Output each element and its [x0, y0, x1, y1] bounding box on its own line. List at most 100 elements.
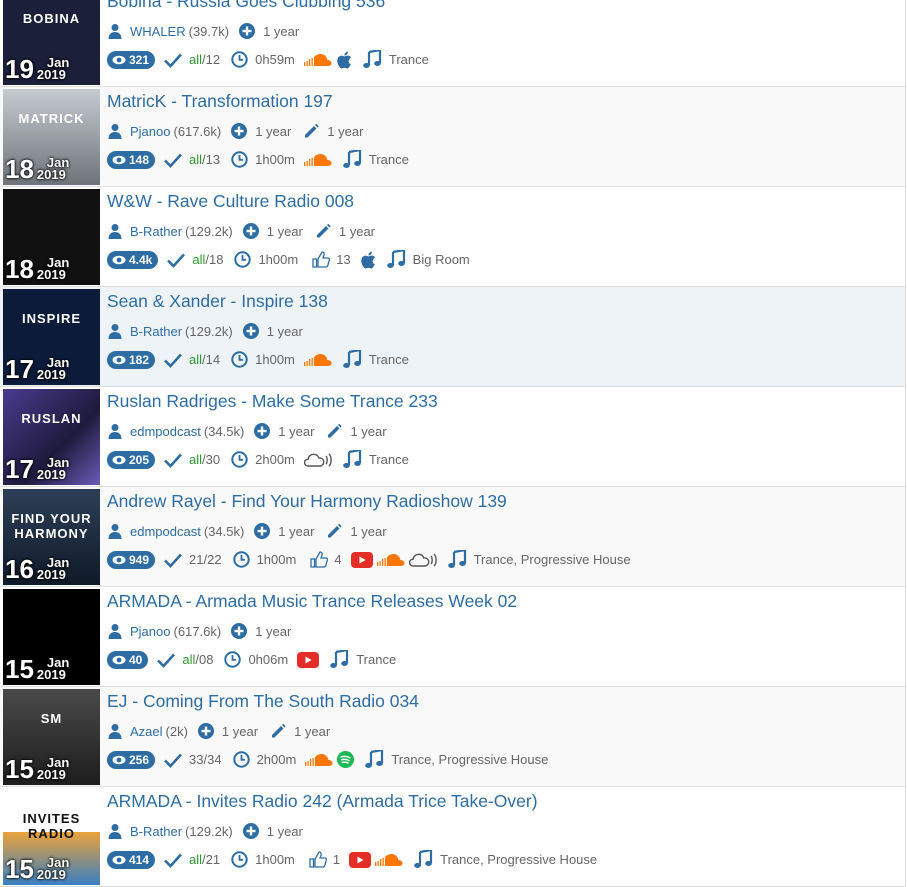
check-icon [164, 152, 182, 168]
genre[interactable]: Big Room [386, 250, 470, 269]
mix-thumbnail[interactable]: INSPIRE 17 Jan 2019 [3, 289, 100, 385]
mix-title-link[interactable]: Andrew Rayel - Find Your Harmony Radiosh… [107, 491, 507, 512]
mix-title-link[interactable]: MatricK - Transformation 197 [107, 91, 333, 112]
genre[interactable]: Trance, Progressive House [413, 850, 597, 869]
uploader-link[interactable]: Pjanoo [130, 124, 170, 139]
mix-row[interactable]: INVITES RADIO 15 Jan 2019 ARMADA - Invit… [0, 787, 905, 887]
views-count: 205 [129, 452, 150, 467]
tracklist[interactable]: all/13 [164, 152, 220, 168]
mix-title-link[interactable]: ARMADA - Armada Music Trance Releases We… [107, 591, 517, 612]
mix-row[interactable]: MATRICK 18 Jan 2019 MatricK - Transforma… [0, 87, 905, 187]
mix-title-link[interactable]: Ruslan Radriges - Make Some Trance 233 [107, 391, 438, 412]
uploader-link[interactable]: edmpodcast [130, 524, 201, 539]
tracklist[interactable]: all/12 [164, 52, 220, 68]
mix-meta: Pjanoo (617.6k) 1 year 1 year [107, 123, 363, 139]
cloudcast-icon[interactable] [408, 552, 437, 568]
uploader-count: (39.7k) [188, 23, 230, 39]
likes[interactable]: 1 [309, 851, 340, 868]
date-day: 16 [5, 554, 34, 584]
genre[interactable]: Trance, Progressive House [364, 750, 548, 769]
tracks-all: all [189, 152, 203, 167]
duration: 2h00m [232, 751, 296, 768]
tracks-all: all [189, 352, 203, 367]
tracklist[interactable]: all/08 [157, 652, 213, 668]
mix-thumbnail[interactable]: 18 Jan 2019 [3, 189, 100, 285]
genre[interactable]: Trance [362, 50, 429, 69]
likes[interactable]: 13 [312, 251, 351, 268]
date-day: 15 [5, 854, 34, 884]
mix-thumbnail[interactable]: 15 Jan 2019 [3, 589, 100, 685]
date-year: 2019 [36, 367, 66, 382]
mix-row[interactable]: SM 15 Jan 2019 EJ - Coming From The Sout… [0, 687, 905, 787]
apple-icon[interactable] [336, 51, 352, 69]
uploader-link[interactable]: B-Rather [130, 224, 182, 239]
clock-icon [231, 451, 248, 468]
youtube-icon[interactable] [350, 551, 373, 568]
uploader-link[interactable]: edmpodcast [130, 424, 201, 439]
youtube-icon[interactable] [297, 651, 320, 668]
edited-age: 1 year [294, 723, 331, 739]
genre[interactable]: Trance [342, 350, 409, 369]
youtube-icon[interactable] [349, 851, 372, 868]
mix-title-link[interactable]: Bobina - Russia Goes Clubbing 536 [107, 0, 385, 12]
plus-circle-icon [242, 323, 259, 339]
soundcloud-icon[interactable] [305, 753, 333, 767]
mix-meta: Azael (2k) 1 year 1 year [107, 723, 330, 739]
tracklist[interactable]: all/21 [164, 852, 220, 868]
eye-icon [112, 55, 126, 65]
genre-label: Trance [356, 652, 397, 667]
tracklist[interactable]: 33/34 [164, 752, 222, 768]
uploader-link[interactable]: B-Rather [130, 824, 182, 839]
cloudcast-icon[interactable] [303, 452, 332, 468]
mix-title-link[interactable]: ARMADA - Invites Radio 242 (Armada Trice… [107, 791, 538, 812]
check-icon [164, 552, 182, 568]
mix-thumbnail[interactable]: INVITES RADIO 15 Jan 2019 [3, 789, 100, 885]
uploader-link[interactable]: WHALER [130, 24, 186, 39]
uploader-link[interactable]: B-Rather [130, 324, 182, 339]
soundcloud-icon[interactable] [376, 553, 405, 567]
mix-stats: 321 all/12 0h59m Trance [107, 50, 429, 69]
genre[interactable]: Trance, Progressive House [447, 550, 631, 569]
mix-thumbnail[interactable]: FIND YOUR HARMONY 16 Jan 2019 [3, 489, 100, 585]
apple-icon[interactable] [360, 251, 376, 269]
mix-row[interactable]: RUSLAN 17 Jan 2019 Ruslan Radriges - Mak… [0, 387, 905, 487]
tracklist[interactable]: 21/22 [164, 552, 222, 568]
check-icon [167, 252, 186, 268]
mix-thumbnail[interactable]: MATRICK 18 Jan 2019 [3, 89, 100, 185]
likes[interactable]: 4 [310, 551, 342, 568]
mix-thumbnail[interactable]: RUSLAN 17 Jan 2019 [3, 389, 100, 485]
soundcloud-icon[interactable] [375, 853, 403, 867]
genre[interactable]: Trance [329, 650, 396, 669]
source-icons [303, 153, 332, 167]
mix-row[interactable]: 15 Jan 2019 ARMADA - Armada Music Trance… [0, 587, 905, 687]
mix-thumbnail[interactable]: SM 15 Jan 2019 [3, 689, 100, 785]
mix-row[interactable]: 18 Jan 2019 W&W - Rave Culture Radio 008… [0, 187, 905, 287]
mix-title-link[interactable]: EJ - Coming From The South Radio 034 [107, 691, 419, 712]
mix-row[interactable]: INSPIRE 17 Jan 2019 Sean & Xander - Insp… [0, 287, 905, 387]
plus-circle-icon [242, 223, 259, 239]
mix-thumbnail[interactable]: BOBINA 19 Jan 2019 [3, 0, 100, 85]
uploader-count: (617.6k) [173, 623, 222, 639]
likes-count: 4 [334, 552, 342, 567]
genre[interactable]: Trance [342, 450, 409, 469]
genre-label: Trance [368, 352, 409, 367]
mix-row[interactable]: FIND YOUR HARMONY 16 Jan 2019 Andrew Ray… [0, 487, 905, 587]
uploader-link[interactable]: Pjanoo [130, 624, 170, 639]
soundcloud-icon[interactable] [303, 353, 332, 367]
mix-title-link[interactable]: Sean & Xander - Inspire 138 [107, 291, 328, 312]
tracklist[interactable]: all/30 [164, 452, 220, 468]
mix-title-link[interactable]: W&W - Rave Culture Radio 008 [107, 191, 354, 212]
spotify-icon[interactable] [337, 751, 355, 768]
views-badge: 182 [107, 350, 156, 369]
soundcloud-icon[interactable] [303, 53, 332, 67]
soundcloud-icon[interactable] [303, 153, 332, 167]
tracklist[interactable]: all/18 [167, 252, 223, 268]
thumbnail-art-text: MATRICK [18, 111, 85, 126]
duration: 1h00m [232, 551, 296, 568]
mix-row[interactable]: BOBINA 19 Jan 2019 Bobina - Russia Goes … [0, 0, 905, 87]
uploader-link[interactable]: Azael [130, 724, 163, 739]
user-icon [107, 723, 123, 739]
genre[interactable]: Trance [342, 150, 409, 169]
mix-stats: 4.4k all/18 1h00m 13 Big Room [107, 250, 470, 269]
tracklist[interactable]: all/14 [164, 352, 220, 368]
